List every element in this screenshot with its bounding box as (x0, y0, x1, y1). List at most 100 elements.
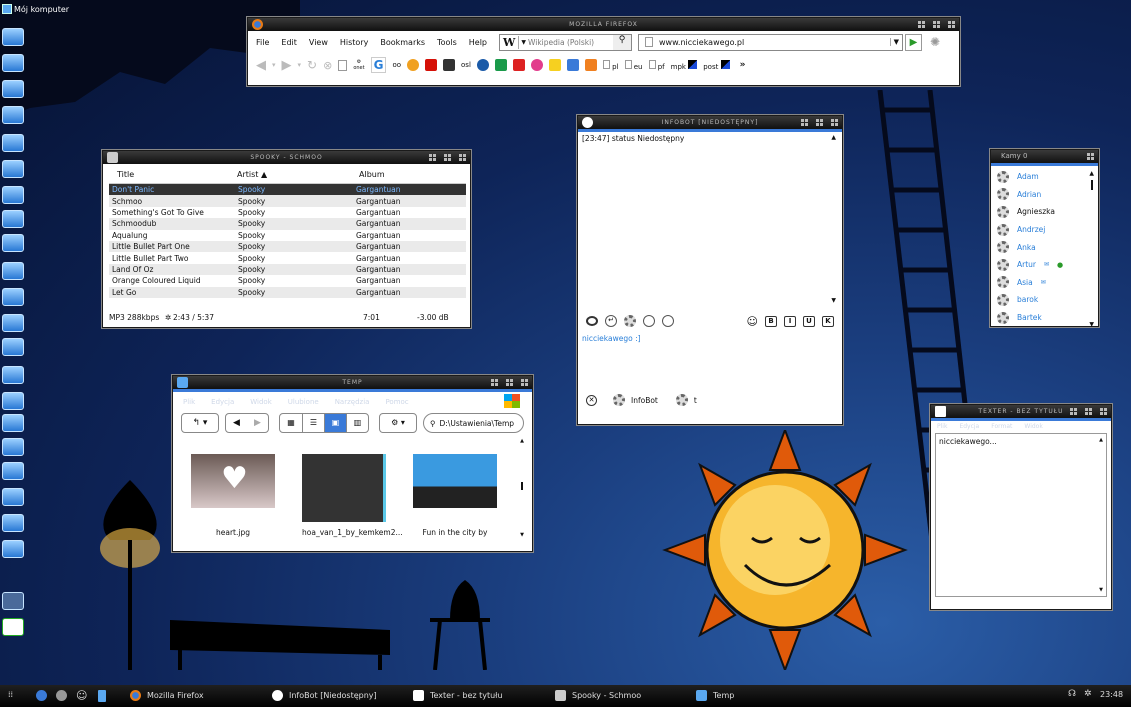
maximize-icon[interactable] (816, 119, 823, 126)
youtube-icon[interactable] (512, 59, 525, 71)
table-row[interactable]: Schmoodub Spooky Gargantuan (109, 218, 466, 230)
desktop-shortcut-icon[interactable] (2, 540, 24, 558)
contact-item[interactable]: Anka (997, 238, 1092, 256)
explorer-titlebar[interactable]: Temp (173, 376, 532, 389)
desktop-shortcut-icon[interactable] (2, 438, 24, 456)
scroll-up-icon[interactable]: ▲ (831, 134, 836, 141)
file-item[interactable]: ♥ heart.jpg (191, 454, 275, 538)
scroll-up-icon[interactable]: ▲ (1089, 170, 1094, 177)
color-button[interactable]: K (822, 315, 834, 327)
scroll-up-icon[interactable]: ▲ (1099, 437, 1103, 443)
list-view-icon[interactable]: ☰ (302, 414, 324, 432)
contact-item[interactable]: Adam (997, 168, 1092, 186)
settings-icon[interactable] (624, 315, 636, 327)
bookmark-icon[interactable] (476, 59, 489, 71)
table-row[interactable]: Something's Got To Give Spooky Gargantuan (109, 207, 466, 218)
desktop-shortcut-icon[interactable] (2, 210, 24, 228)
bookmark-icon[interactable] (548, 59, 561, 71)
infobot-titlebar[interactable]: InfoBot [Niedostępny] (578, 116, 842, 129)
tray-gear-icon[interactable]: ✲ (1084, 689, 1092, 699)
scroll-up-icon[interactable]: ▲ (520, 438, 524, 444)
bold-button[interactable]: B (765, 315, 777, 327)
thumbnail-view-icon[interactable]: ▣ (324, 414, 346, 432)
search-bar[interactable]: W ▼ ⚲ (499, 33, 633, 51)
go-icon[interactable]: ▶ (905, 33, 923, 51)
table-row[interactable]: Orange Coloured Liquid Spooky Gargantuan (109, 275, 466, 286)
desktop-shortcut-icon[interactable] (2, 592, 24, 610)
table-row[interactable]: Don't Panic Spooky Gargantuan (109, 184, 466, 196)
home-icon[interactable] (338, 59, 348, 71)
table-row[interactable]: Schmoo Spooky Gargantuan (109, 195, 466, 207)
desktop-shortcut-icon[interactable] (2, 514, 24, 532)
task-player[interactable]: Spooky - Schmoo (555, 690, 641, 701)
menu-view[interactable]: Widok (1024, 423, 1042, 431)
bookmark-eu[interactable]: eu (624, 59, 643, 71)
bookmark-icon[interactable] (584, 59, 597, 71)
quicklaunch-icon[interactable] (56, 690, 67, 701)
bookmark-onet-icon[interactable]: ⚙ onet (353, 59, 364, 71)
bookmark-mpk[interactable]: mpk (671, 59, 698, 71)
up-folder-button[interactable]: ↰ ▾ (181, 413, 219, 433)
file-item[interactable]: hoa_van_1_by_kemkem2... (302, 454, 403, 538)
contact-item[interactable]: Bartek (997, 309, 1092, 327)
maximize-icon[interactable] (444, 154, 451, 161)
search-input[interactable] (528, 37, 608, 47)
desktop-shortcut-icon[interactable] (2, 462, 24, 480)
stop-icon[interactable]: ⊗ (323, 59, 332, 72)
back-icon[interactable]: ◀ (256, 58, 266, 73)
back-dropdown-icon[interactable]: ▾ (272, 61, 276, 69)
forward-icon[interactable]: ▶ (282, 58, 292, 73)
task-texter[interactable]: Texter - bez tytułu (413, 690, 503, 701)
table-row[interactable]: Land Of Oz Spooky Gargantuan (109, 263, 466, 276)
quicklaunch-icon[interactable] (36, 690, 47, 701)
column-artist[interactable]: Artist ▲ (237, 170, 353, 183)
menu-format[interactable]: Format (991, 423, 1012, 431)
menu-file[interactable]: Plik (183, 398, 195, 408)
task-infobot[interactable]: InfoBot [Niedostępny] (272, 690, 377, 701)
menu-edit[interactable]: Edycja (211, 398, 234, 408)
firefox-titlebar[interactable]: Mozilla Firefox (248, 18, 959, 31)
menu-tools[interactable]: Tools (437, 38, 457, 47)
desktop-shortcut-icon[interactable] (2, 234, 24, 252)
close-icon[interactable] (948, 21, 955, 28)
table-row[interactable]: Little Bullet Part Two Spooky Gargantuan (109, 252, 466, 263)
minimize-icon[interactable] (918, 21, 925, 28)
minimize-icon[interactable] (429, 154, 436, 161)
bookmark-icon[interactable] (407, 59, 420, 71)
table-row[interactable]: Aqualung Spooky Gargantuan (109, 230, 466, 241)
desktop-shortcut-icon[interactable] (2, 366, 24, 384)
menu-history[interactable]: History (340, 38, 368, 47)
scrollbar-thumb[interactable] (1091, 180, 1093, 190)
bookmark-icon[interactable] (443, 59, 456, 71)
actions-button[interactable]: ⚙ ▾ (379, 413, 417, 433)
menu-tools[interactable]: Narzędzia (335, 398, 370, 408)
contact-item[interactable]: barok (997, 291, 1092, 309)
close-icon[interactable] (521, 379, 528, 386)
reload-icon[interactable]: ↻ (307, 58, 317, 72)
forward-dropdown-icon[interactable]: ▾ (298, 61, 302, 69)
minimize-icon[interactable] (801, 119, 808, 126)
maximize-icon[interactable] (933, 21, 940, 28)
search-engine-dropdown-icon[interactable]: ▼ (519, 39, 528, 46)
close-icon[interactable] (1087, 153, 1094, 160)
table-row[interactable]: Let Go Spooky Gargantuan (109, 286, 466, 298)
bookmark-icon[interactable] (566, 59, 579, 71)
bookmark-post[interactable]: post (703, 59, 730, 71)
desktop-shortcut-icon[interactable] (2, 28, 24, 46)
menu-view[interactable]: Widok (250, 398, 272, 408)
maximize-icon[interactable] (1085, 408, 1092, 415)
desktop-shortcut-icon[interactable] (2, 186, 24, 204)
image-icon[interactable] (643, 315, 655, 327)
menu-view[interactable]: View (309, 38, 328, 47)
desktop-shortcut-icon[interactable] (2, 54, 24, 72)
texter-titlebar[interactable]: Texter - bez tytułu (931, 405, 1111, 418)
column-view-icon[interactable]: ▥ (346, 414, 368, 432)
column-title[interactable]: Title (109, 170, 237, 183)
bookmark-osl-label[interactable]: osl (461, 61, 471, 69)
my-computer-icon[interactable] (2, 4, 12, 14)
history-icon[interactable] (662, 315, 674, 327)
url-text[interactable]: www.nicciekawego.pl (659, 38, 744, 47)
contact-item[interactable]: Artur ✉ ● (997, 256, 1092, 274)
player-titlebar[interactable]: Spooky - Schmoo (103, 151, 470, 164)
underline-button[interactable]: U (803, 315, 815, 327)
